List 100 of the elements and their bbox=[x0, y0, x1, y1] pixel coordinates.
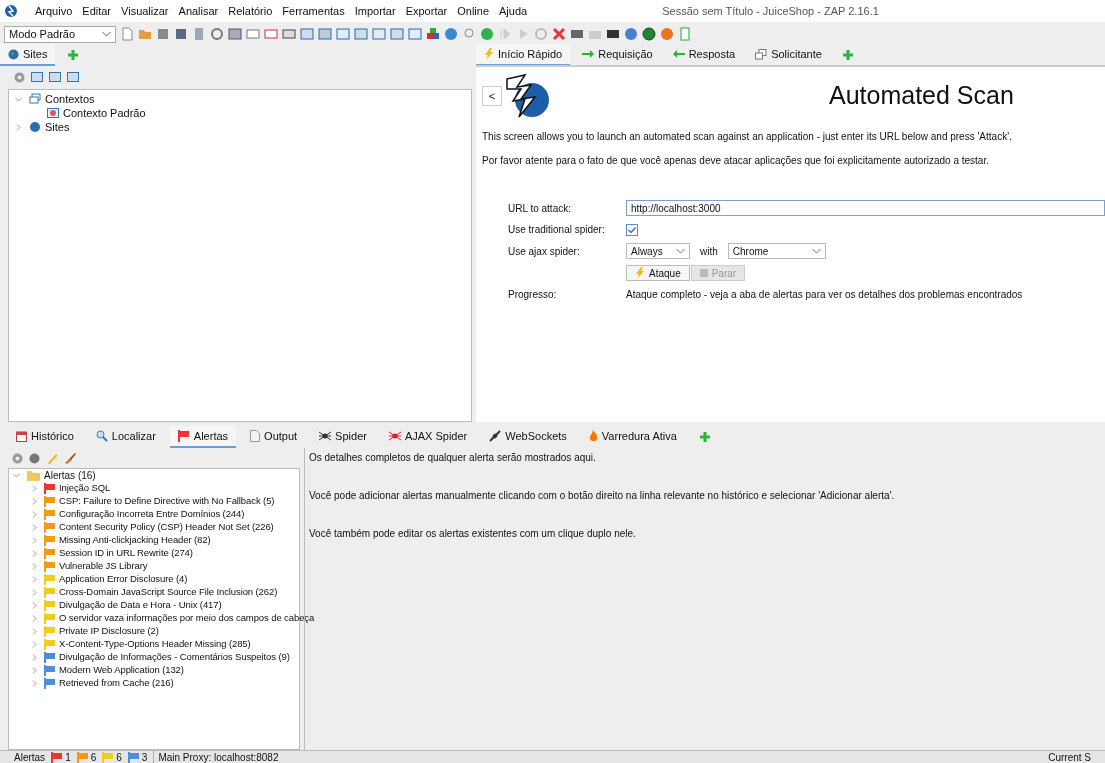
menu-item[interactable]: Visualizar bbox=[116, 2, 174, 20]
lightning-icon bbox=[635, 267, 645, 279]
tab[interactable]: WebSockets bbox=[481, 426, 575, 448]
folder-icon[interactable] bbox=[138, 27, 152, 41]
window-icon[interactable] bbox=[67, 72, 79, 82]
window-icon[interactable] bbox=[31, 72, 43, 82]
lightning-logo-icon bbox=[503, 73, 549, 119]
field-label: Progresso: bbox=[508, 288, 558, 302]
layout-icon[interactable] bbox=[372, 27, 386, 41]
tab[interactable]: Output bbox=[242, 426, 306, 448]
page-icon[interactable] bbox=[120, 27, 134, 41]
url-field[interactable]: http://localhost:3000 bbox=[626, 200, 1105, 216]
tree-item[interactable]: CSP: Failure to Define Directive with No Fallback (5) bbox=[59, 494, 275, 509]
tree-item[interactable]: Cross-Domain JavaScript Source File Inclusion (262) bbox=[59, 585, 278, 600]
search-icon bbox=[95, 430, 108, 442]
layout-icon[interactable] bbox=[282, 27, 296, 41]
tab[interactable]: Spider bbox=[311, 426, 375, 448]
tree-item[interactable]: Session ID in URL Rewrite (274) bbox=[59, 546, 193, 561]
add-icon[interactable] bbox=[841, 49, 854, 61]
menu-item[interactable]: Editar bbox=[77, 2, 117, 20]
tree-item[interactable]: Configuração Incorreta Entre Domínios (244) bbox=[59, 507, 245, 522]
chevron-down-icon[interactable] bbox=[13, 472, 20, 479]
tree-item[interactable]: Divulgação de Data e Hora - Unix (417) bbox=[59, 598, 222, 613]
layout-icon[interactable] bbox=[300, 27, 314, 41]
tree-item[interactable]: Content Security Policy (CSP) Header Not Set (226) bbox=[59, 520, 274, 535]
tab[interactable]: AJAX Spider bbox=[380, 426, 476, 448]
blocks-icon[interactable] bbox=[426, 27, 440, 41]
tree-item[interactable]: Missing Anti-clickjacking Header (82) bbox=[59, 533, 211, 548]
status-label: Alertas bbox=[14, 750, 46, 763]
warning-text: Por favor atente para o fato de que você apenas deve atacar aplicações que foi explicitamente autorizado a testar. bbox=[482, 154, 990, 168]
window-icon[interactable] bbox=[246, 27, 260, 41]
browser-dropdown[interactable]: Chrome bbox=[727, 243, 826, 259]
intro-text: This screen allows you to launch an automated scan against an application - just enter its URL below and press 'Attack'. bbox=[482, 130, 1013, 144]
field-label: URL to attack: bbox=[508, 201, 572, 216]
tab[interactable]: Localizar bbox=[87, 426, 164, 448]
tree-item[interactable]: X-Content-Type-Options Header Missing (285) bbox=[59, 637, 251, 652]
alert-count: 6 bbox=[90, 750, 97, 763]
mode-dropdown[interactable]: Modo Padrão bbox=[4, 25, 116, 43]
attack-button[interactable]: Ataque bbox=[626, 265, 690, 281]
tab[interactable]: Requisição bbox=[574, 44, 661, 66]
spider-icon bbox=[319, 430, 332, 442]
tree-item[interactable]: Injeção SQL bbox=[59, 481, 111, 496]
chevron-right-icon[interactable] bbox=[15, 123, 22, 131]
tab[interactable]: Sites bbox=[0, 44, 56, 66]
tree-item[interactable]: Vulnerable JS Library bbox=[59, 559, 148, 574]
target-icon[interactable] bbox=[14, 71, 25, 83]
left-arrow-icon bbox=[672, 50, 685, 58]
back-button[interactable]: < bbox=[482, 86, 502, 106]
pencil-icon[interactable] bbox=[46, 452, 58, 464]
add-icon[interactable] bbox=[67, 49, 80, 61]
tree-item[interactable]: Alertas (16) bbox=[44, 468, 96, 483]
menu-item[interactable]: Analisar bbox=[173, 2, 224, 20]
status-text: Current S bbox=[1048, 750, 1091, 763]
target-icon bbox=[47, 108, 59, 118]
close-icon[interactable] bbox=[552, 27, 566, 41]
brush-icon[interactable] bbox=[64, 452, 76, 464]
tree-item[interactable]: Retrieved from Cache (216) bbox=[59, 676, 174, 691]
progress-text: Ataque completo - veja a aba de alertas para ver os detalhes dos problemas encontrados bbox=[626, 288, 1024, 302]
tab[interactable]: Início Rápido bbox=[476, 44, 571, 66]
tree-item[interactable]: Modern Web Application (132) bbox=[59, 663, 184, 678]
caret-icon bbox=[102, 31, 111, 37]
checkbox[interactable] bbox=[626, 223, 638, 236]
layout-icon[interactable] bbox=[408, 27, 422, 41]
step-icon[interactable] bbox=[498, 27, 512, 41]
tab[interactable]: Solicitante bbox=[747, 44, 830, 66]
window-icon[interactable] bbox=[264, 27, 278, 41]
folder-icon bbox=[27, 470, 40, 481]
layout-icon[interactable] bbox=[318, 27, 332, 41]
alert-count: 1 bbox=[65, 750, 71, 763]
menu-item[interactable]: Arquivo bbox=[30, 2, 78, 20]
tree-item[interactable]: Divulgação de Informações - Comentários Suspeitos (9) bbox=[59, 650, 290, 665]
caret-icon bbox=[676, 248, 685, 254]
stop-icon[interactable] bbox=[534, 27, 548, 41]
ajax-mode-dropdown[interactable]: Always bbox=[626, 243, 690, 259]
menu-item[interactable]: Online bbox=[452, 2, 495, 20]
target-icon[interactable] bbox=[12, 452, 23, 464]
layout-icon[interactable] bbox=[354, 27, 368, 41]
menu-item[interactable]: Ferramentas bbox=[277, 2, 350, 20]
window-title: Sessão sem Título - JuiceShop - ZAP 2.16.1 bbox=[662, 3, 879, 19]
layout-icon[interactable] bbox=[390, 27, 404, 41]
menu-item[interactable]: Exportar bbox=[400, 2, 453, 20]
circle-icon[interactable] bbox=[642, 27, 656, 41]
add-icon[interactable] bbox=[698, 431, 711, 443]
window-icon[interactable] bbox=[49, 72, 61, 82]
tree-item[interactable]: Private IP Disclosure (2) bbox=[59, 624, 159, 639]
chevron-down-icon[interactable] bbox=[15, 95, 22, 103]
proxy-status: Main Proxy: localhost:8082 bbox=[153, 749, 279, 763]
menu-item[interactable]: Ajuda bbox=[494, 2, 533, 20]
alert-count: 3 bbox=[141, 750, 148, 763]
windows-icon bbox=[755, 48, 768, 60]
menu-item[interactable]: Relatório bbox=[223, 2, 278, 20]
layout-icon[interactable] bbox=[336, 27, 350, 41]
windows-icon bbox=[29, 93, 41, 105]
menu-item[interactable]: Importar bbox=[349, 2, 401, 20]
tab[interactable]: Histórico bbox=[8, 426, 82, 448]
window-icon[interactable] bbox=[228, 27, 242, 41]
tab[interactable]: Varredura Ativa bbox=[580, 426, 685, 448]
tree-item[interactable]: O servidor vaza informações por meio dos campos de cabeça bbox=[59, 611, 315, 626]
tree-item[interactable]: Application Error Disclosure (4) bbox=[59, 572, 188, 587]
tab[interactable]: Alertas bbox=[169, 426, 237, 448]
